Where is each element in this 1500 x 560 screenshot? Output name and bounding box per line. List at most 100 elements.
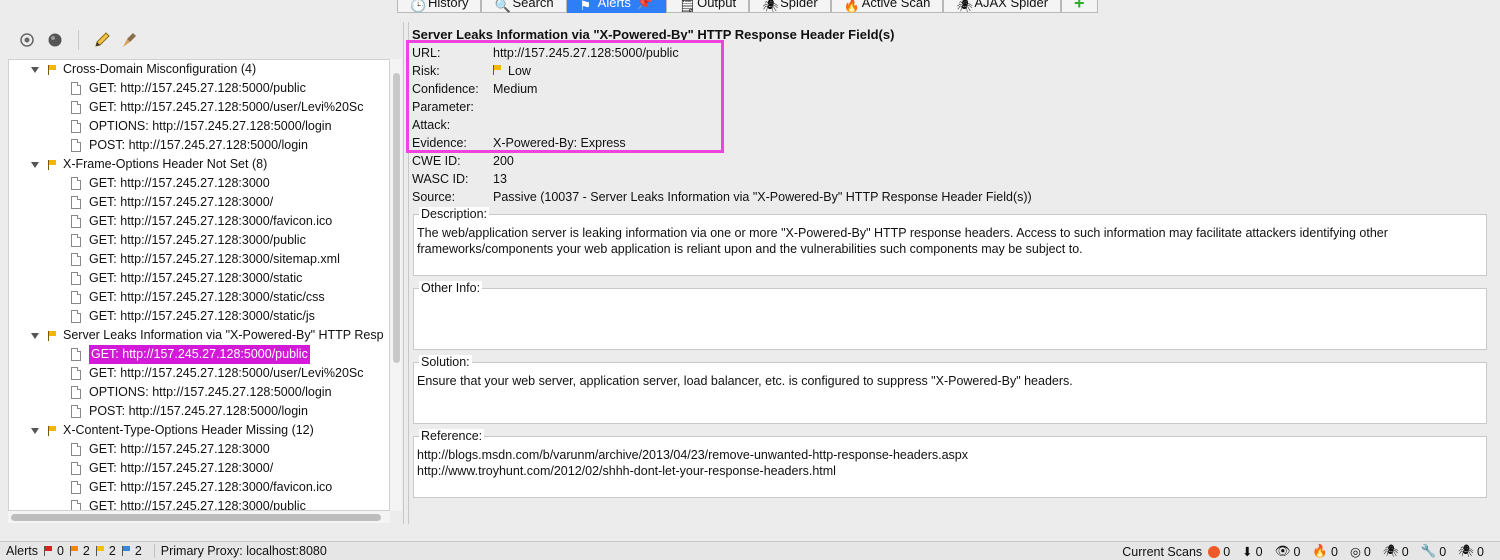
wrench-icon: 🔧 xyxy=(1420,544,1437,558)
delete-alerts-button[interactable] xyxy=(119,29,141,51)
alert-instance[interactable]: GET: http://157.245.27.128:5000/user/Lev… xyxy=(9,98,389,117)
alert-instance[interactable]: OPTIONS: http://157.245.27.128:5000/logi… xyxy=(9,117,389,136)
globe-icon xyxy=(48,33,62,47)
reference-link[interactable]: http://blogs.msdn.com/b/varunm/archive/2… xyxy=(417,447,1480,463)
alert-instance[interactable]: GET: http://157.245.27.128:3000/ xyxy=(9,459,389,478)
alerts-toolbar xyxy=(0,22,403,58)
tab-ajax-spider[interactable]: 🕷 AJAX Spider xyxy=(943,0,1062,13)
medium-alerts-count: 2 xyxy=(69,544,90,558)
search-icon: 🔍 xyxy=(494,0,511,13)
alert-instance[interactable]: GET: http://157.245.27.128:3000/static xyxy=(9,269,389,288)
document-icon xyxy=(71,139,81,152)
document-icon xyxy=(71,120,81,133)
document-icon xyxy=(71,82,81,95)
document-icon xyxy=(71,500,81,510)
target-icon xyxy=(20,33,34,47)
document-icon xyxy=(71,367,81,380)
edit-alert-button[interactable] xyxy=(91,29,113,51)
target-icon: ◎ xyxy=(1349,545,1361,559)
alert-instance[interactable]: GET: http://157.245.27.128:3000/static/c… xyxy=(9,288,389,307)
solution-text: Ensure that your web server, application… xyxy=(417,374,1073,388)
tab-alerts[interactable]: ⚑ Alerts 📌 xyxy=(566,0,667,13)
tree-horizontal-scrollbar[interactable] xyxy=(8,511,390,523)
document-icon xyxy=(71,443,81,456)
document-icon xyxy=(71,272,81,285)
alert-instance[interactable]: GET: http://157.245.27.128:3000/favicon.… xyxy=(9,478,389,497)
solution-box[interactable]: Solution: Ensure that your web server, a… xyxy=(413,355,1487,424)
alert-instance-selected[interactable]: GET: http://157.245.27.128:5000/public xyxy=(9,345,389,364)
alerts-label: Alerts xyxy=(6,544,38,558)
orange-flag-icon xyxy=(69,546,80,556)
alert-category[interactable]: X-Content-Type-Options Header Missing (1… xyxy=(9,421,389,440)
pencil-icon xyxy=(95,32,110,47)
document-icon xyxy=(71,291,81,304)
spider-icon: 🕷 xyxy=(1382,544,1399,558)
document-icon xyxy=(71,215,81,228)
current-scans: Current Scans 0 ⬇ 0 👁 0 🔥 0 ◎ 0 🕷 0 🔧 0 🕷 0 xyxy=(1122,542,1490,560)
expand-triangle-icon[interactable] xyxy=(31,332,39,339)
spider-count: 🕷 0 xyxy=(1382,544,1409,559)
document-icon xyxy=(71,196,81,209)
flag-icon xyxy=(48,425,58,436)
alert-category[interactable]: Server Leaks Information via "X-Powered-… xyxy=(9,326,389,345)
active-scan-count: 🔥 0 xyxy=(1312,544,1338,559)
description-box[interactable]: Description: The web/application server … xyxy=(413,207,1487,276)
document-icon xyxy=(71,386,81,399)
burst-icon xyxy=(1208,545,1221,558)
reference-link[interactable]: http://www.troyhunt.com/2012/02/shhh-don… xyxy=(417,463,1480,479)
alert-instance[interactable]: GET: http://157.245.27.128:3000/favicon.… xyxy=(9,212,389,231)
scope-button[interactable] xyxy=(44,29,66,51)
spider-icon: 🕷 xyxy=(762,0,779,13)
fire-icon: 🔥 xyxy=(1312,544,1328,558)
scroll-thumb[interactable] xyxy=(11,514,381,521)
alert-instance[interactable]: GET: http://157.245.27.128:5000/public xyxy=(9,79,389,98)
broom-icon xyxy=(123,33,136,47)
alert-instance[interactable]: GET: http://157.245.27.128:3000/sitemap.… xyxy=(9,250,389,269)
add-tab-button[interactable]: + xyxy=(1061,0,1098,13)
alert-category[interactable]: X-Frame-Options Header Not Set (8) xyxy=(9,155,389,174)
tab-output[interactable]: 🗒 Output xyxy=(666,0,750,13)
alert-instance[interactable]: OPTIONS: http://157.245.27.128:5000/logi… xyxy=(9,383,389,402)
pin-icon[interactable]: 📌 xyxy=(637,0,653,12)
tool-count: 🔧 0 xyxy=(1420,544,1447,559)
expand-triangle-icon[interactable] xyxy=(31,66,39,73)
tab-history[interactable]: 🕒 History xyxy=(397,0,482,13)
tab-active-scan[interactable]: 🔥 Active Scan xyxy=(830,0,944,13)
zap-window: 🕒 History 🔍 Search ⚑ Alerts 📌 🗒 Output 🕷… xyxy=(0,0,1500,560)
alert-title: Server Leaks Information via "X-Powered-… xyxy=(412,27,895,42)
scroll-thumb[interactable] xyxy=(393,73,400,363)
alerts-tree[interactable]: Cross-Domain Misconfiguration (4) GET: h… xyxy=(8,59,390,511)
spider-scan-count: 0 xyxy=(1208,545,1230,559)
high-alerts-count: 0 xyxy=(43,544,64,558)
expand-triangle-icon[interactable] xyxy=(31,427,39,434)
alert-instance[interactable]: GET: http://157.245.27.128:3000/ xyxy=(9,193,389,212)
reference-box[interactable]: Reference: http://blogs.msdn.com/b/varun… xyxy=(413,429,1487,498)
alert-instance[interactable]: GET: http://157.245.27.128:3000/static/j… xyxy=(9,307,389,326)
expand-triangle-icon[interactable] xyxy=(31,161,39,168)
alert-instance[interactable]: POST: http://157.245.27.128:5000/login xyxy=(9,402,389,421)
fuzz-count: ◎ 0 xyxy=(1349,544,1371,560)
alerts-flag-icon: ⚑ xyxy=(579,0,592,13)
alert-instance[interactable]: GET: http://157.245.27.128:3000 xyxy=(9,174,389,193)
alerts-tree-panel: Cross-Domain Misconfiguration (4) GET: h… xyxy=(0,22,404,524)
document-icon xyxy=(71,310,81,323)
tab-search[interactable]: 🔍 Search xyxy=(481,0,567,13)
yellow-flag-icon xyxy=(95,546,106,556)
output-icon: 🗒 xyxy=(679,0,696,13)
other-info-box[interactable]: Other Info: xyxy=(413,281,1487,350)
status-bar: Alerts 0 2 2 2 Primary Proxy: localhost:… xyxy=(0,541,1500,560)
alert-instance[interactable]: GET: http://157.245.27.128:5000/user/Lev… xyxy=(9,364,389,383)
filter-button[interactable] xyxy=(16,29,38,51)
reference-list: http://blogs.msdn.com/b/varunm/archive/2… xyxy=(417,447,1480,479)
document-icon xyxy=(71,405,81,418)
alert-instance[interactable]: POST: http://157.245.27.128:5000/login xyxy=(9,136,389,155)
alert-instance[interactable]: GET: http://157.245.27.128:3000 xyxy=(9,440,389,459)
current-scans-label: Current Scans xyxy=(1122,544,1203,559)
alert-category[interactable]: Cross-Domain Misconfiguration (4) xyxy=(9,60,389,79)
alert-instance[interactable]: GET: http://157.245.27.128:3000/public xyxy=(9,231,389,250)
tab-spider[interactable]: 🕷 Spider xyxy=(749,0,831,13)
document-icon xyxy=(71,234,81,247)
history-icon: 🕒 xyxy=(410,0,427,13)
tree-vertical-scrollbar[interactable] xyxy=(390,59,402,511)
alert-instance[interactable]: GET: http://157.245.27.128:3000/public xyxy=(9,497,389,510)
